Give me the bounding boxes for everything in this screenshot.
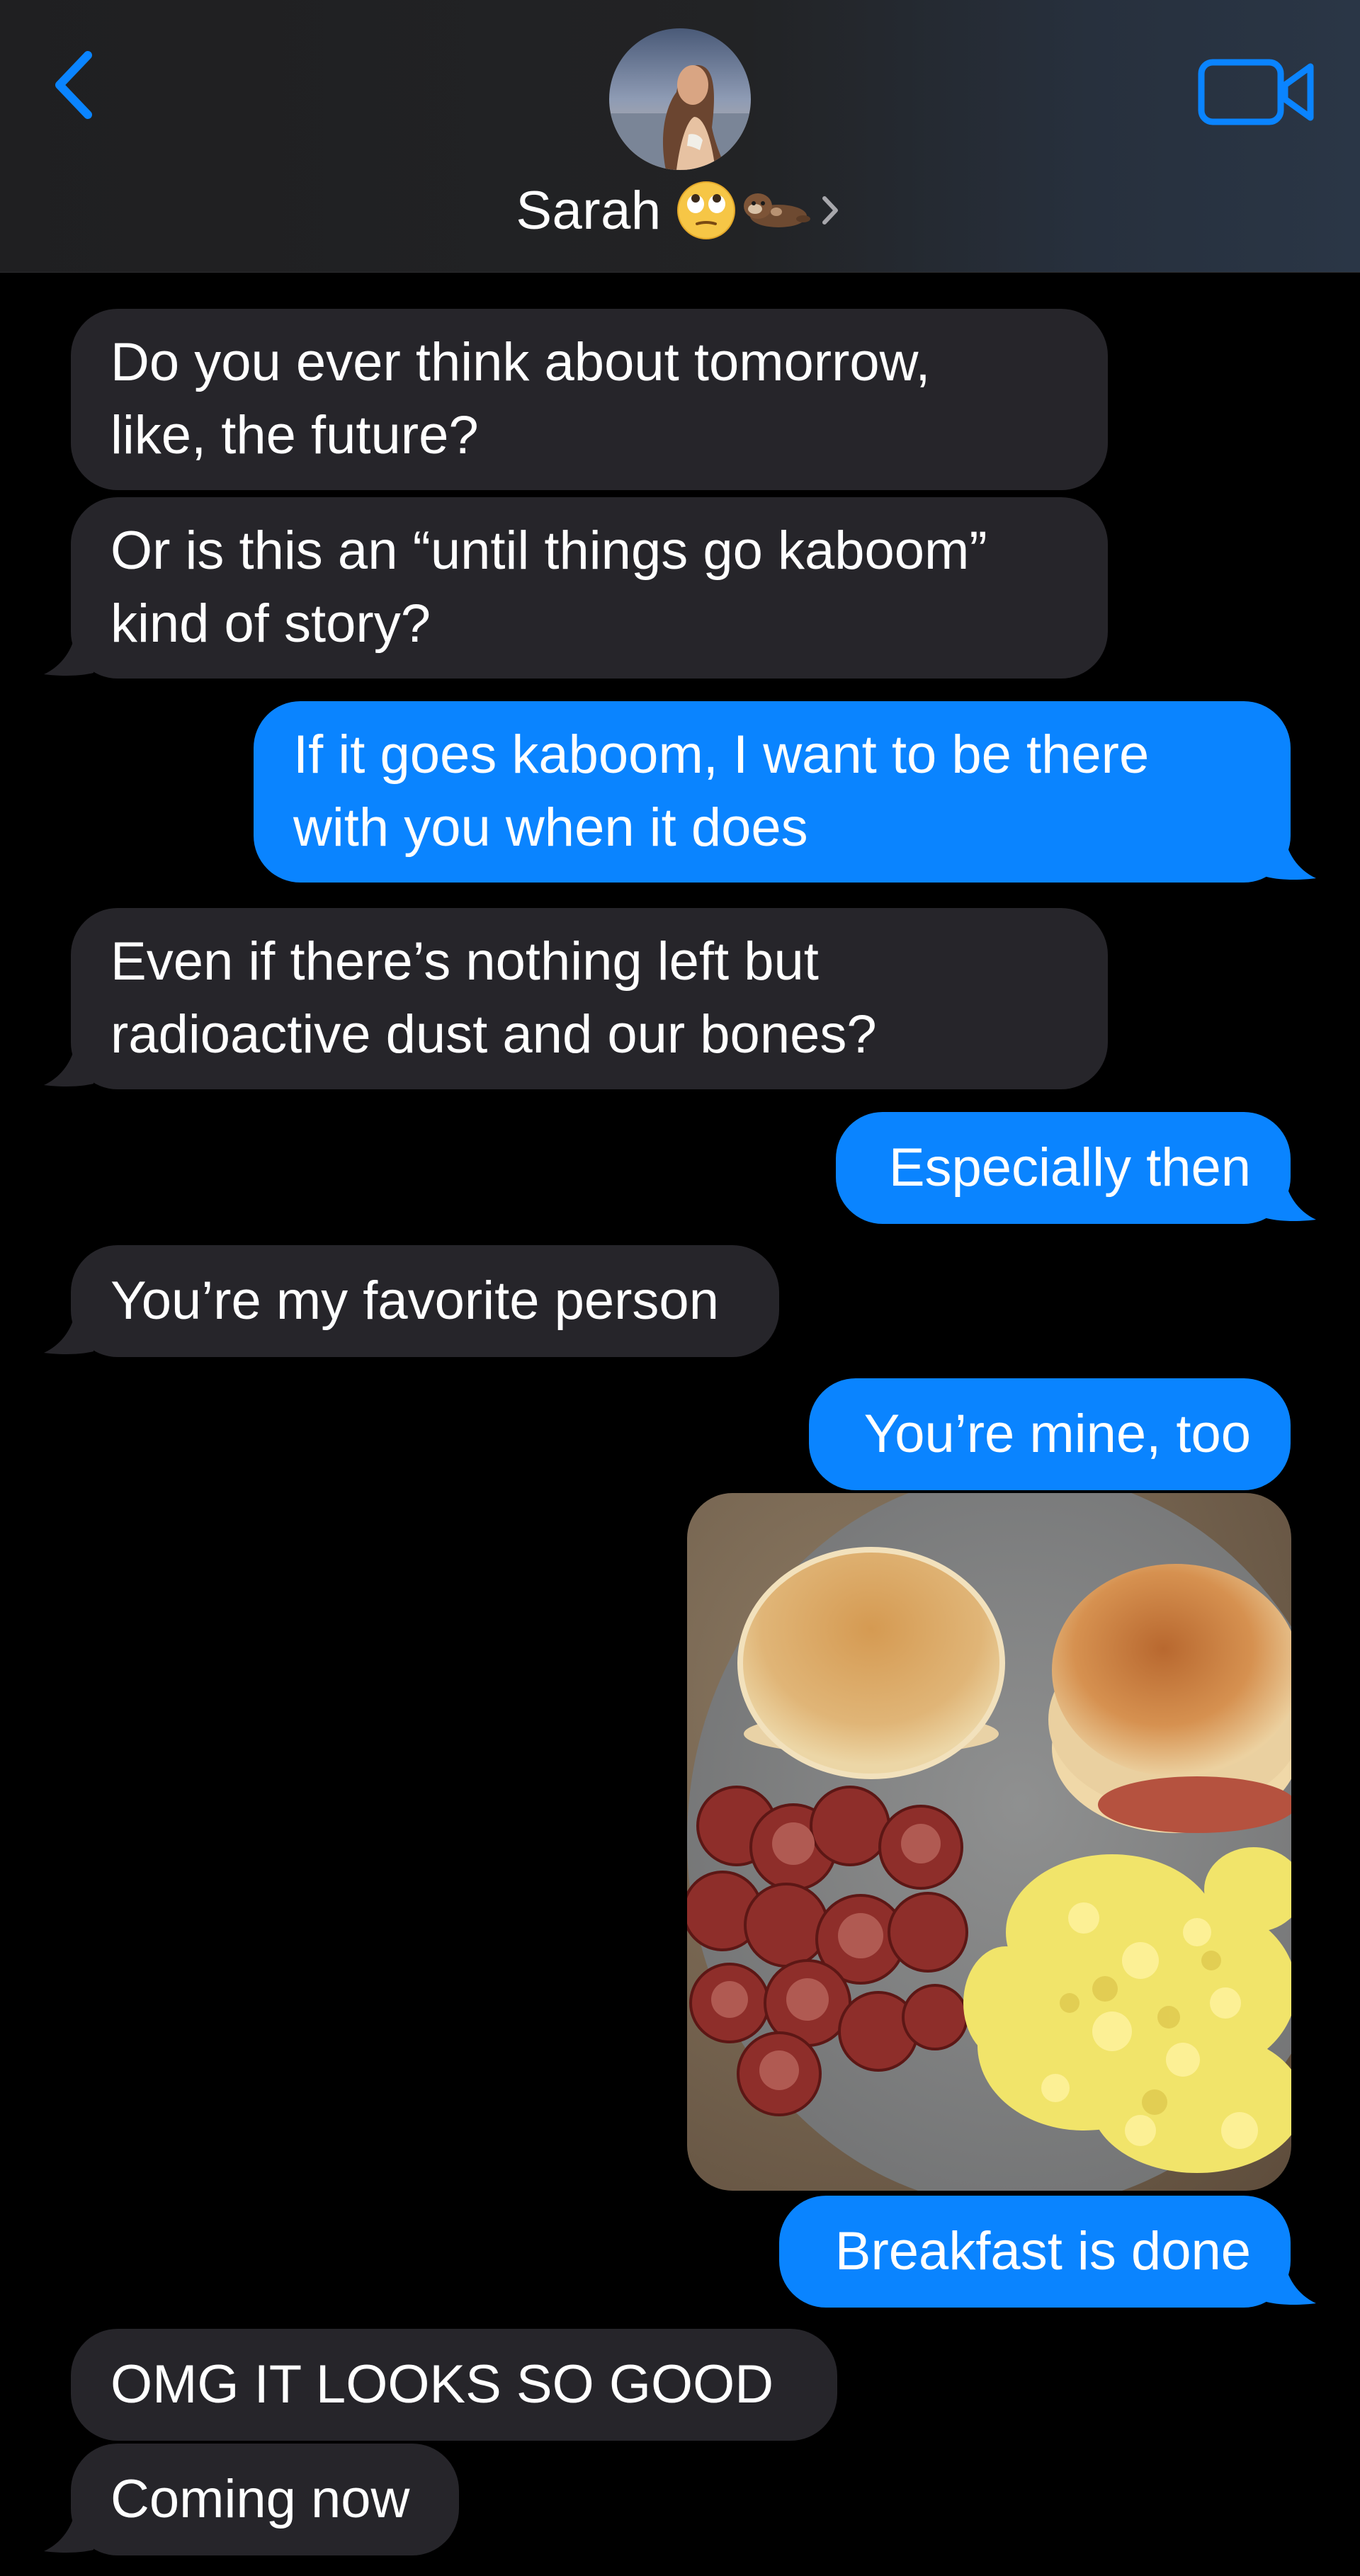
bubble-tail xyxy=(44,2504,94,2554)
avatar[interactable] xyxy=(609,28,751,170)
message-bubble-incoming[interactable]: Coming now xyxy=(71,2444,459,2555)
message-bubble-outgoing[interactable]: If it goes kaboom, I want to be there wi… xyxy=(254,701,1291,883)
message-text: Even if there’s nothing left but radioac… xyxy=(110,931,877,1065)
message-text: If it goes kaboom, I want to be there wi… xyxy=(293,725,1150,858)
message-text: Especially then xyxy=(888,1137,1251,1198)
message-text: Breakfast is done xyxy=(834,2221,1251,2281)
message-bubble-incoming[interactable]: OMG IT LOOKS SO GOOD xyxy=(71,2329,837,2441)
bubble-tail xyxy=(1266,832,1316,881)
bubble-tail xyxy=(44,1306,94,1356)
chevron-right-icon xyxy=(822,196,838,225)
message-bubble-incoming[interactable]: Even if there’s nothing left but radioac… xyxy=(71,908,1108,1089)
back-button[interactable] xyxy=(42,42,106,127)
chevron-left-icon xyxy=(55,51,92,119)
bubble-tail xyxy=(44,1038,94,1088)
message-text: OMG IT LOOKS SO GOOD xyxy=(110,2354,774,2415)
message-bubble-outgoing[interactable]: You’re mine, too xyxy=(809,1378,1291,1490)
message-bubble-outgoing[interactable]: Breakfast is done xyxy=(779,2196,1291,2308)
contact-details-button[interactable]: Sarah xyxy=(468,21,892,255)
message-text: You’re my favorite person xyxy=(110,1271,719,1331)
conversation-header: Sarah xyxy=(0,0,1360,273)
message-bubble-outgoing[interactable]: Especially then xyxy=(836,1112,1291,1224)
video-camera-icon xyxy=(1198,59,1314,125)
message-text: Do you ever think about tomorrow, like, … xyxy=(110,332,931,465)
face-with-rolling-eyes-icon xyxy=(676,181,735,239)
message-text: Or is this an “until things go kaboom” k… xyxy=(110,521,987,654)
message-bubble-incoming[interactable]: Or is this an “until things go kaboom” k… xyxy=(71,497,1108,679)
bubble-tail xyxy=(1266,2257,1316,2306)
message-text: You’re mine, too xyxy=(863,1404,1251,1464)
breakfast-plate-photo[interactable] xyxy=(687,1493,1291,2191)
contact-name: Sarah xyxy=(516,180,662,241)
contact-name-row[interactable]: Sarah xyxy=(468,178,892,242)
video-call-button[interactable] xyxy=(1197,57,1318,127)
bubble-tail xyxy=(1266,1173,1316,1222)
message-bubble-incoming[interactable]: You’re my favorite person xyxy=(71,1245,779,1357)
message-bubble-incoming[interactable]: Do you ever think about tomorrow, like, … xyxy=(71,309,1108,490)
message-text: Coming now xyxy=(110,2469,410,2529)
bubble-tail xyxy=(44,628,94,677)
otter-icon xyxy=(743,193,810,227)
